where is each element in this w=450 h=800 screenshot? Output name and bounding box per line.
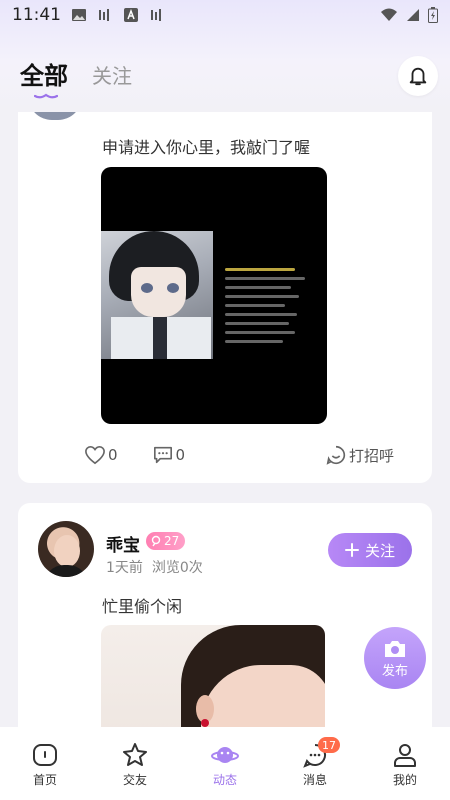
tab-indicator [34, 93, 58, 99]
post-meta: 1天前 浏览0次 [106, 557, 203, 577]
anime-eye [167, 283, 179, 293]
top-header: 11:41 全部 关注 [0, 0, 450, 112]
tab-all-label: 全部 [20, 62, 68, 90]
star-icon [123, 743, 147, 766]
battery-icon [428, 7, 438, 23]
greet-button[interactable]: 打招呼 [325, 444, 394, 466]
notification-button[interactable] [398, 56, 438, 96]
camera-icon [385, 640, 405, 657]
female-icon [151, 535, 161, 547]
nav-label: 首页 [32, 773, 57, 787]
username[interactable]: 乖宝 [106, 531, 140, 556]
follow-label: 关注 [364, 541, 395, 560]
comment-button[interactable]: 0 [152, 445, 186, 465]
nav-item-messages[interactable]: 17 消息 [280, 737, 350, 788]
like-count: 0 [108, 446, 118, 464]
nav-item-moments[interactable]: 动态 [190, 741, 260, 788]
feed-tabs: 全部 关注 [20, 56, 132, 99]
post-text: 忙里偷个闲 [102, 597, 183, 616]
nav-item-friends[interactable]: 交友 [100, 741, 170, 788]
wifi-icon [381, 8, 397, 21]
signal-icon [407, 9, 419, 21]
publish-label: 发布 [381, 663, 408, 679]
audio-icon [99, 9, 109, 21]
greet-label: 打招呼 [348, 446, 394, 465]
plus-icon [344, 543, 359, 557]
nav-item-home[interactable]: 首页 [10, 741, 80, 788]
status-time: 11:41 [12, 5, 61, 25]
bell-icon [409, 67, 427, 86]
tab-following[interactable]: 关注 [92, 60, 132, 91]
nav-label: 消息 [302, 773, 327, 787]
post-text: 申请进入你心里，我敲门了喔 [102, 138, 311, 157]
anime-face [131, 267, 186, 317]
comment-icon [153, 446, 172, 464]
anime-tie [153, 317, 167, 359]
nav-label: 动态 [212, 773, 237, 787]
view-count: 浏览0次 [151, 560, 203, 576]
planet-icon [211, 747, 239, 763]
smile-icon [326, 445, 346, 465]
time-ago: 1天前 [106, 560, 143, 576]
nav-label: 交友 [122, 773, 147, 787]
status-bar: 11:41 [0, 0, 450, 30]
image-icon [72, 9, 86, 21]
nav-item-profile[interactable]: 我的 [370, 741, 440, 788]
follow-button[interactable]: 关注 [328, 533, 412, 567]
heart-icon [85, 445, 105, 465]
playlist-graphic [225, 262, 321, 343]
nav-label: 我的 [392, 773, 417, 787]
like-button[interactable]: 0 [84, 445, 118, 465]
post-actions: 0 0 打招呼 [84, 444, 394, 466]
comment-count: 0 [175, 446, 186, 464]
a-icon [124, 8, 138, 22]
post-card[interactable]: 申请进入你心里，我敲门了喔 0 0 打招呼 [18, 88, 432, 483]
home-icon [33, 744, 57, 766]
publish-button[interactable]: 发布 [364, 627, 426, 689]
audio-icon [151, 9, 161, 21]
post-image[interactable] [101, 167, 327, 424]
unread-badge: 17 [318, 737, 340, 753]
bottom-nav: 首页 交友 动态 17 消息 我的 [0, 727, 450, 800]
anime-eye [141, 283, 153, 293]
user-icon [394, 744, 416, 767]
level-badge: 27 [146, 532, 186, 550]
tab-all[interactable]: 全部 [20, 56, 68, 99]
avatar[interactable] [38, 521, 94, 577]
badge-value: 27 [164, 534, 180, 548]
